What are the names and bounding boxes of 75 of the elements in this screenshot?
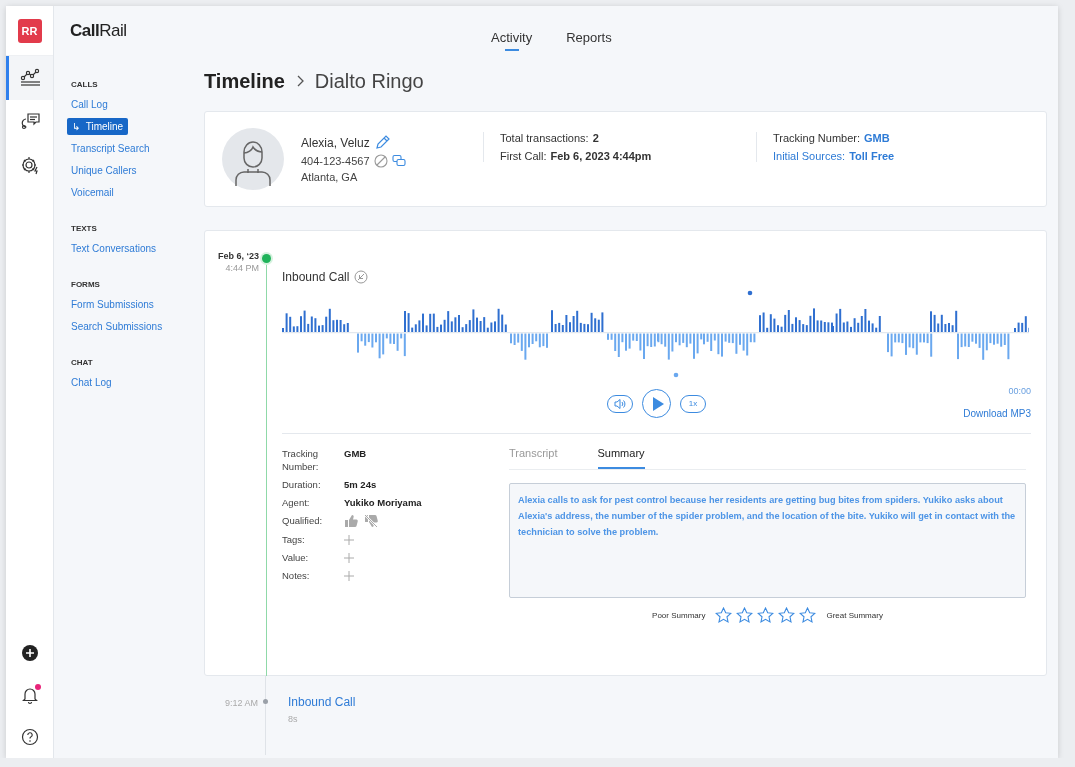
tab[interactable]: Transcript	[509, 447, 558, 469]
contact-name: Alexia, Veluz	[301, 136, 370, 150]
nav-link[interactable]: Chat Log	[71, 376, 112, 389]
stat-value: 2	[592, 132, 599, 144]
message-bubbles-icon[interactable]	[391, 154, 406, 168]
timeline-dot	[263, 699, 268, 704]
call-date: Feb 6, ‘23	[216, 251, 259, 261]
rating-label: Poor Summary	[652, 611, 706, 620]
playback-time: 00:00	[1008, 386, 1031, 396]
detail-label: Tags:	[282, 533, 306, 546]
plus-icon[interactable]	[344, 534, 354, 545]
source-value: GMB	[864, 132, 890, 144]
source-label: Tracking Number:	[773, 132, 860, 144]
detail-value: 5m 24s	[344, 478, 377, 491]
plus-icon[interactable]	[344, 570, 354, 581]
section-heading: CHAT	[71, 358, 94, 367]
event-title-link[interactable]: Inbound Call	[288, 695, 356, 709]
detail-label: Agent:	[282, 496, 311, 509]
thumbs-up-icon[interactable]	[344, 514, 358, 528]
detail-label: Notes:	[282, 569, 311, 582]
user-avatar[interactable]: RR	[17, 18, 42, 43]
nav-tab[interactable]: Reports	[566, 17, 612, 51]
avatar-silhouette-icon	[222, 128, 284, 190]
phone-number: 404-123-4567	[301, 155, 370, 167]
nav-link[interactable]: ↳ Timeline	[67, 118, 129, 135]
chart-icon	[20, 67, 42, 89]
event-time: 9:12 AM	[223, 697, 258, 710]
nav-link[interactable]: Search Submissions	[71, 320, 163, 333]
page-title: Timeline	[204, 69, 285, 93]
detail-label: Duration:	[282, 478, 322, 491]
breadcrumb-current: Dialto Ringo	[314, 69, 424, 93]
help-icon[interactable]	[19, 727, 40, 747]
star-icon[interactable]	[715, 607, 733, 624]
section-heading: FORMS	[71, 280, 101, 289]
rail-item[interactable]	[6, 56, 53, 100]
speaker-icon	[613, 397, 627, 410]
nav-link[interactable]: Text Conversations	[71, 242, 157, 255]
stat-label: First Call:	[500, 150, 547, 162]
detail-label: Value:	[282, 551, 310, 564]
detail-value: GMB	[344, 447, 367, 460]
nav-link[interactable]: Voicemail	[71, 186, 114, 199]
star-icon[interactable]	[778, 607, 796, 624]
star-rating[interactable]	[715, 607, 817, 624]
detail-value: Yukiko Moriyama	[344, 496, 422, 509]
plus-icon[interactable]	[344, 552, 354, 563]
section-heading: CALLS	[71, 80, 99, 89]
source-link[interactable]: Toll Free	[849, 150, 895, 162]
event-duration: 8s	[288, 714, 299, 724]
section-heading: TEXTS	[71, 224, 98, 233]
download-link[interactable]: Download MP3	[963, 408, 1031, 419]
summary-text-box: Alexia calls to ask for pest control because her residents are getting bug bites from spiders. Yukiko asks about Alexia's address, the number of the spider problem, and the location of the bite. Yukiko will get in contact with the technician to solve the problem.	[509, 483, 1026, 598]
call-time: 4:44 PM	[224, 263, 259, 273]
detail-label: Qualified:	[282, 514, 324, 528]
star-icon[interactable]	[757, 607, 775, 624]
timeline-dot	[262, 254, 271, 263]
location: Atlanta, GA	[301, 171, 359, 183]
play-icon	[650, 395, 665, 412]
add-icon[interactable]	[19, 643, 40, 663]
stat-value: Feb 6, 2023 4:44pm	[550, 150, 652, 162]
call-title: Inbound Call	[282, 270, 350, 284]
nav-link[interactable]: Unique Callers	[71, 164, 137, 177]
block-icon[interactable]	[373, 154, 388, 168]
source-link[interactable]: Initial Sources:	[773, 150, 846, 162]
edit-pencil-icon[interactable]	[373, 135, 390, 151]
star-icon[interactable]	[799, 607, 817, 624]
logo[interactable]: CallRail	[54, 21, 204, 41]
tab[interactable]: Summary	[597, 447, 645, 469]
thumbs-down-crossed-icon[interactable]	[364, 514, 378, 528]
rating-label: Great Summary	[826, 611, 883, 620]
stat-label: Total transactions:	[500, 132, 589, 144]
detail-label: Tracking Number:	[282, 447, 320, 473]
star-icon[interactable]	[736, 607, 754, 624]
nav-link[interactable]: Call Log	[71, 98, 108, 111]
nav-link[interactable]: Form Submissions	[71, 298, 154, 311]
nav-link[interactable]: Transcript Search	[71, 142, 150, 155]
